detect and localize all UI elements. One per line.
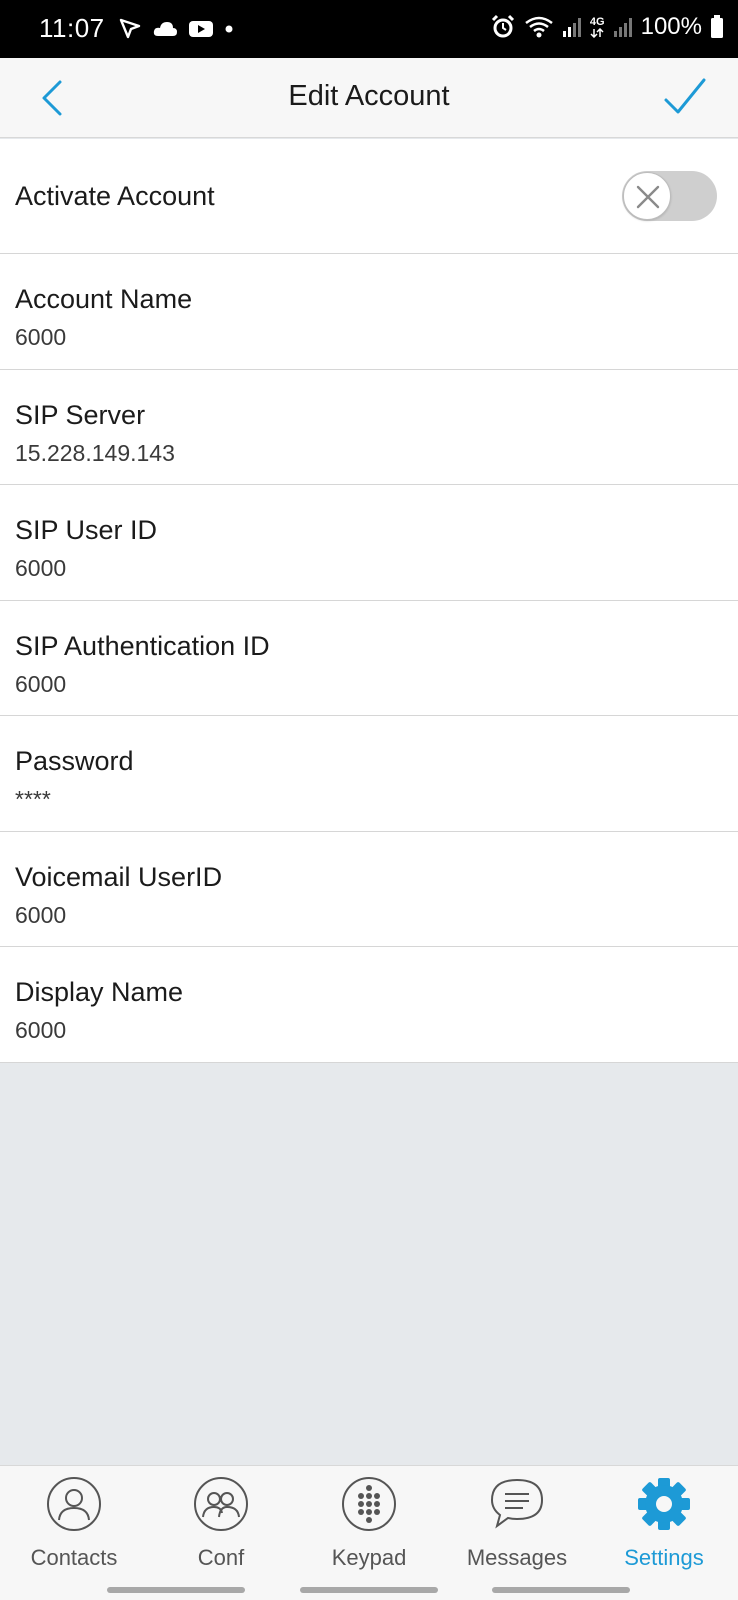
field-label: SIP User ID <box>15 515 158 545</box>
field-value: 6000 <box>15 1017 67 1043</box>
bottom-navigation: Contacts Conf Keypad Messages Settings <box>0 1465 738 1600</box>
activate-account-label: Activate Account <box>15 181 215 211</box>
home-handle[interactable] <box>300 1587 438 1593</box>
nav-label: Keypad <box>331 1545 407 1570</box>
field-value: 15.228.149.143 <box>15 439 175 466</box>
battery-icon <box>710 15 724 39</box>
signal-icon <box>562 16 582 38</box>
gear-icon <box>638 1478 690 1530</box>
network-type-label: 4G <box>589 15 605 28</box>
dot-icon <box>224 24 234 34</box>
keypad-icon <box>342 1477 396 1531</box>
status-bar: 11:07 4G 100% <box>0 0 738 58</box>
battery-percent: 100% <box>640 13 702 40</box>
field-label: Password <box>15 746 134 776</box>
account-form: Activate Account Account Name 6000 SIP S… <box>0 139 738 1063</box>
activate-account-toggle[interactable] <box>622 171 717 221</box>
contacts-icon <box>47 1477 101 1531</box>
field-value: **** <box>15 786 51 812</box>
field-label: Account Name <box>15 284 193 314</box>
activate-account-row: Activate Account <box>0 139 738 254</box>
nav-label: Messages <box>466 1545 568 1570</box>
field-value: 6000 <box>15 670 67 697</box>
nav-label: Contacts <box>30 1545 118 1570</box>
field-label: Display Name <box>15 977 184 1007</box>
nav-contacts[interactable]: Contacts <box>14 1476 134 1571</box>
field-sip-server[interactable]: SIP Server 15.228.149.143 <box>0 370 738 485</box>
conference-icon <box>194 1477 248 1531</box>
field-sip-user-id[interactable]: SIP User ID 6000 <box>0 485 738 601</box>
page-title: Edit Account <box>288 80 450 112</box>
messages-icon <box>490 1478 544 1529</box>
4g-icon: 4G <box>589 15 605 38</box>
field-value: 6000 <box>15 555 67 581</box>
close-icon <box>636 185 660 209</box>
signal-icon <box>613 16 633 38</box>
status-time: 11:07 <box>39 13 105 43</box>
cloud-icon <box>152 19 178 39</box>
nav-conf[interactable]: Conf <box>161 1476 281 1571</box>
save-button[interactable] <box>662 76 708 120</box>
status-left-icons <box>118 17 234 41</box>
check-icon <box>664 78 706 114</box>
app-header: Edit Account <box>0 58 738 138</box>
nav-label: Conf <box>197 1545 245 1570</box>
field-password[interactable]: Password **** <box>0 716 738 832</box>
youtube-icon <box>188 19 214 39</box>
field-label: SIP Server <box>15 399 146 430</box>
field-voicemail-userid[interactable]: Voicemail UserID 6000 <box>0 832 738 947</box>
field-sip-authentication-id[interactable]: SIP Authentication ID 6000 <box>0 601 738 716</box>
alarm-icon <box>490 14 516 40</box>
toggle-knob <box>623 172 671 220</box>
back-handle[interactable] <box>492 1587 630 1593</box>
field-display-name[interactable]: Display Name 6000 <box>0 947 738 1063</box>
field-label: SIP Authentication ID <box>15 630 270 661</box>
field-value: 6000 <box>15 901 67 928</box>
nav-keypad[interactable]: Keypad <box>309 1476 429 1571</box>
recent-apps-handle[interactable] <box>107 1587 245 1593</box>
wifi-icon <box>524 15 554 39</box>
nav-settings[interactable]: Settings <box>604 1476 724 1571</box>
nav-label: Settings <box>624 1545 704 1570</box>
field-value: 6000 <box>15 324 67 350</box>
field-account-name[interactable]: Account Name 6000 <box>0 254 738 370</box>
status-right-icons: 4G 100% <box>490 13 724 41</box>
system-nav-bar <box>0 1587 738 1595</box>
nav-messages[interactable]: Messages <box>457 1476 577 1571</box>
navigation-arrow-icon <box>118 17 142 41</box>
field-label: Voicemail UserID <box>15 861 223 892</box>
